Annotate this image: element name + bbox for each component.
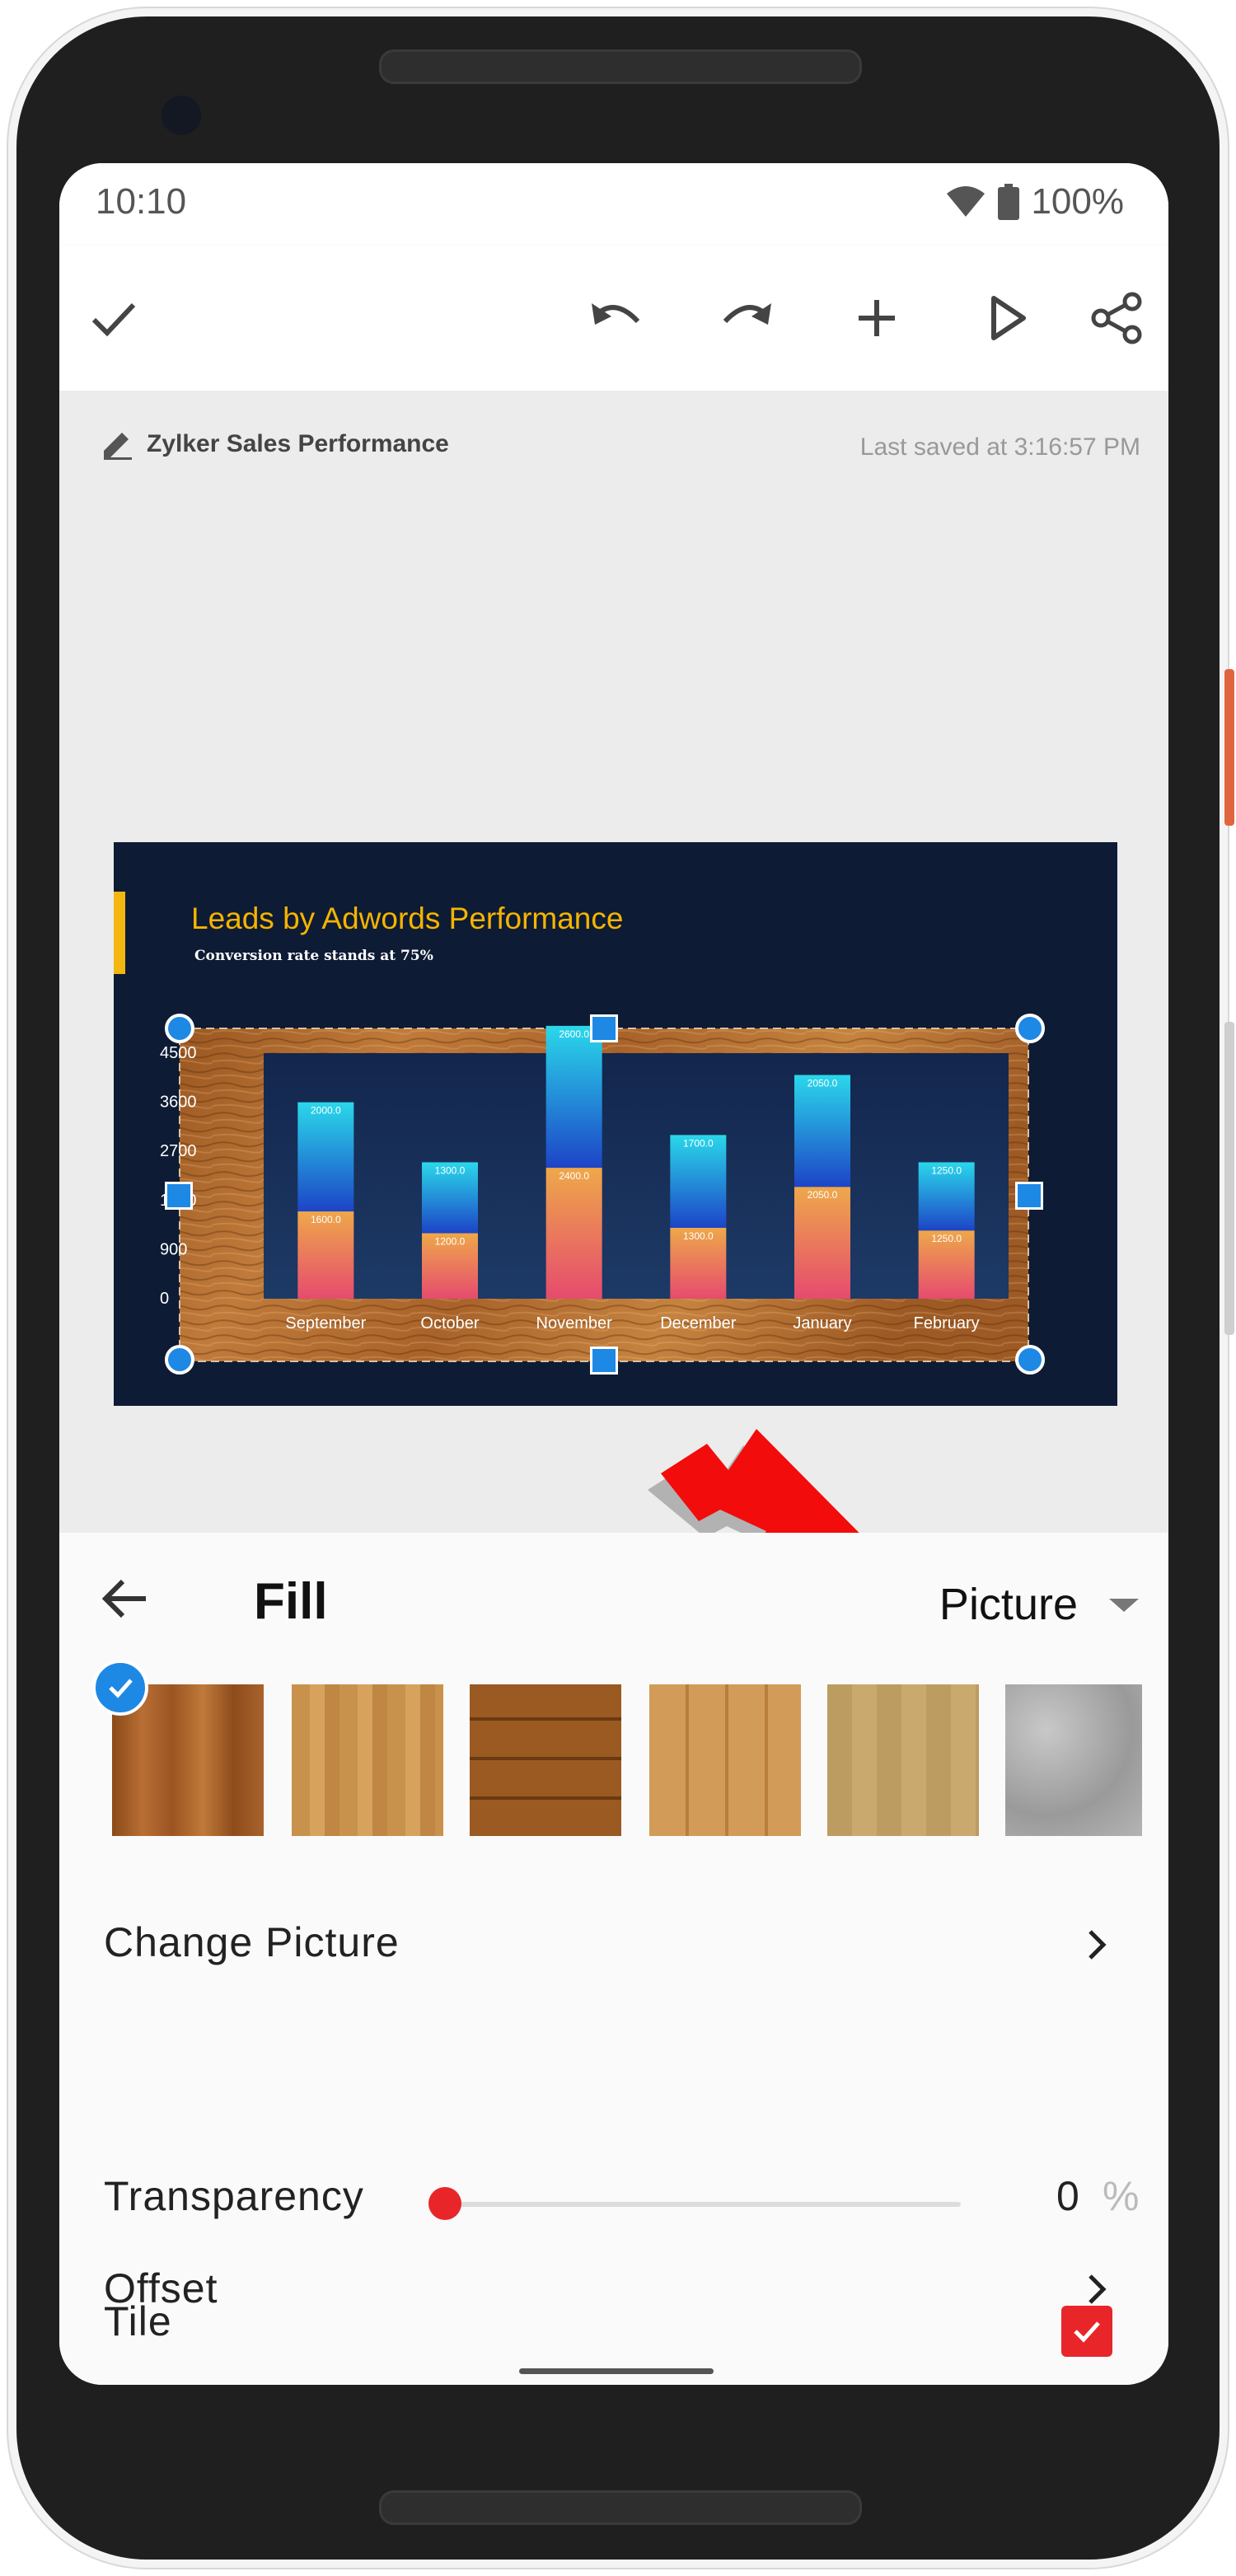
resize-handle-left[interactable] bbox=[165, 1182, 193, 1210]
bar-data-label: 2600.0 bbox=[559, 1028, 589, 1040]
texture-swatch-granite[interactable] bbox=[1005, 1684, 1142, 1836]
bar-data-label: 1300.0 bbox=[683, 1230, 714, 1242]
transparency-unit: % bbox=[1103, 2173, 1140, 2219]
earpiece-speaker bbox=[379, 49, 862, 84]
bar-data-label: 1700.0 bbox=[683, 1137, 714, 1149]
bar-data-label: 2050.0 bbox=[808, 1189, 838, 1201]
bar-data-label: 1300.0 bbox=[435, 1164, 466, 1176]
resize-handle-top-left[interactable] bbox=[165, 1014, 194, 1043]
bar-data-label: 2000.0 bbox=[311, 1105, 341, 1117]
transparency-slider-thumb[interactable] bbox=[428, 2187, 461, 2220]
transparency-value[interactable]: 0 bbox=[1056, 2172, 1079, 2220]
resize-handle-top[interactable] bbox=[590, 1014, 618, 1042]
bar-data-label: 1250.0 bbox=[931, 1233, 962, 1244]
edit-pencil-icon bbox=[104, 433, 132, 460]
share-icon bbox=[1091, 292, 1142, 344]
document-title-row[interactable]: Zylker Sales Performance bbox=[101, 424, 449, 465]
change-picture-label: Change Picture bbox=[104, 1919, 400, 1965]
selected-check-icon bbox=[92, 1660, 148, 1716]
redo-button[interactable] bbox=[710, 282, 783, 354]
texture-swatch-wood-3[interactable] bbox=[470, 1684, 621, 1836]
battery-icon bbox=[998, 184, 1020, 220]
x-tick-label: December bbox=[660, 1314, 737, 1332]
bar-segment bbox=[545, 1168, 602, 1299]
redo-icon bbox=[723, 303, 771, 325]
offset-row[interactable]: Offset bbox=[59, 2236, 1168, 2335]
status-bar: 10:10 100% bbox=[59, 163, 1168, 246]
change-picture-row[interactable]: Change Picture bbox=[59, 1895, 1168, 1994]
back-button[interactable] bbox=[92, 1566, 158, 1632]
caret-down-icon[interactable] bbox=[1109, 1599, 1139, 1612]
chart[interactable]: 45003600270018009000 1600.02000.01200.01… bbox=[114, 842, 1117, 1406]
y-tick-label: 2700 bbox=[160, 1142, 197, 1160]
front-camera bbox=[162, 96, 201, 135]
texture-swatch-wood-2[interactable] bbox=[292, 1684, 443, 1836]
wifi-icon bbox=[947, 186, 986, 217]
slide-canvas: Zylker Sales Performance Last saved at 3… bbox=[59, 391, 1168, 1699]
bar-segment bbox=[794, 1075, 850, 1187]
bottom-speaker bbox=[379, 2490, 862, 2525]
share-button[interactable] bbox=[1081, 282, 1154, 354]
x-tick-label: November bbox=[536, 1314, 613, 1332]
bar-segment bbox=[794, 1187, 850, 1299]
play-icon bbox=[991, 296, 1026, 340]
plot-area bbox=[264, 1053, 1009, 1299]
status-time: 10:10 bbox=[96, 181, 187, 222]
undo-button[interactable] bbox=[580, 282, 653, 354]
bar-data-label: 1250.0 bbox=[931, 1164, 962, 1176]
bar-segment bbox=[297, 1102, 354, 1212]
transparency-label: Transparency bbox=[104, 2173, 364, 2219]
document-title: Zylker Sales Performance bbox=[147, 430, 449, 457]
x-tick-label: September bbox=[285, 1314, 366, 1332]
chevron-right-icon bbox=[1079, 1928, 1112, 1961]
undo-icon bbox=[592, 303, 640, 325]
check-icon bbox=[91, 302, 136, 337]
editor-toolbar bbox=[59, 246, 1168, 391]
panel-title: Fill bbox=[254, 1573, 328, 1630]
battery-percent: 100% bbox=[1031, 181, 1124, 222]
add-button[interactable] bbox=[840, 282, 913, 354]
volume-button[interactable] bbox=[1224, 1022, 1234, 1335]
texture-swatch-wood-5[interactable] bbox=[827, 1684, 979, 1836]
home-indicator[interactable] bbox=[519, 2368, 714, 2374]
resize-handle-bottom-left[interactable] bbox=[165, 1345, 194, 1375]
bar-data-label: 2050.0 bbox=[808, 1077, 838, 1089]
resize-handle-right[interactable] bbox=[1015, 1182, 1043, 1210]
y-tick-label: 900 bbox=[160, 1240, 187, 1258]
bar-data-label: 1200.0 bbox=[435, 1236, 466, 1248]
x-tick-label: February bbox=[914, 1314, 980, 1332]
done-button[interactable] bbox=[77, 282, 150, 354]
last-saved-text: Last saved at 3:16:57 PM bbox=[859, 433, 1140, 461]
y-tick-label: 0 bbox=[160, 1290, 169, 1308]
slide[interactable]: Leads by Adwords Performance Conversion … bbox=[114, 842, 1117, 1406]
x-tick-label: October bbox=[420, 1314, 479, 1332]
play-button[interactable] bbox=[971, 282, 1043, 354]
offset-label: Offset bbox=[104, 2265, 218, 2311]
resize-handle-top-right[interactable] bbox=[1015, 1014, 1045, 1043]
resize-handle-bottom[interactable] bbox=[590, 1347, 618, 1375]
bar-segment bbox=[545, 1025, 602, 1169]
chevron-right-icon bbox=[1079, 2273, 1112, 2306]
bar-data-label: 2400.0 bbox=[559, 1170, 589, 1182]
fill-panel-header: Fill Picture bbox=[59, 1533, 1168, 1665]
y-tick-label: 3600 bbox=[160, 1094, 197, 1112]
arrow-back-icon bbox=[101, 1579, 146, 1618]
status-icons: 100% bbox=[945, 181, 1124, 222]
texture-swatch-wood-4[interactable] bbox=[649, 1684, 801, 1836]
bar-data-label: 1600.0 bbox=[311, 1214, 341, 1225]
transparency-slider[interactable] bbox=[447, 2202, 961, 2207]
fill-type-dropdown[interactable]: Picture bbox=[939, 1579, 1078, 1630]
phone-screen: 10:10 100% Zylker Sales Performance Last… bbox=[59, 163, 1168, 2385]
plus-icon bbox=[859, 300, 895, 336]
power-button[interactable] bbox=[1224, 669, 1234, 826]
y-tick-label: 4500 bbox=[160, 1044, 197, 1062]
x-tick-label: January bbox=[793, 1314, 851, 1332]
resize-handle-bottom-right[interactable] bbox=[1015, 1345, 1045, 1375]
